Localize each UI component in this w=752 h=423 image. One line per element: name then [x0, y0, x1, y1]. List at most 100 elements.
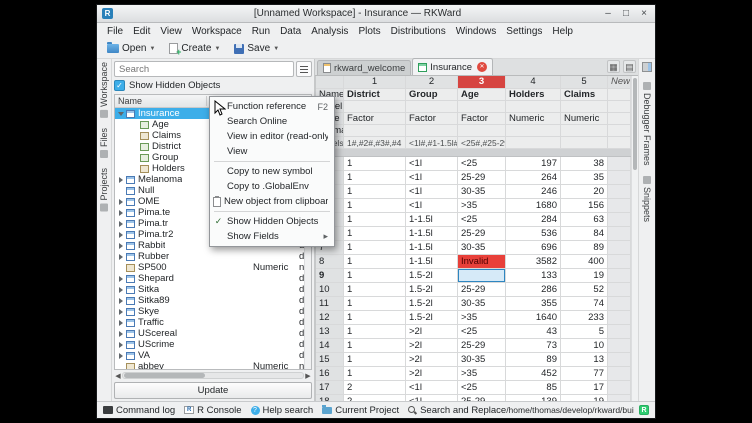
context-item-copy-to-globalenv[interactable]: Copy to .GlobalEnv	[210, 179, 334, 194]
data-cell[interactable]: 156	[561, 199, 608, 213]
tree-hscroll-track[interactable]	[122, 372, 304, 379]
expander-icon[interactable]	[117, 231, 125, 239]
data-cell[interactable]: >35	[458, 311, 506, 325]
data-cell[interactable]: 1	[344, 213, 406, 227]
data-cell[interactable]: 197	[506, 157, 561, 171]
data-cell[interactable]: 25-29	[458, 395, 506, 401]
type-cell[interactable]: Numeric	[561, 113, 608, 125]
data-cell[interactable]: 77	[561, 367, 608, 381]
expander-icon[interactable]	[117, 209, 125, 217]
name-cell[interactable]: Age	[458, 89, 506, 101]
data-cell[interactable]: 84	[561, 227, 608, 241]
name-cell[interactable]: Claims	[561, 89, 608, 101]
data-cell[interactable]: 3582	[506, 255, 561, 269]
data-cell[interactable]: 1-1.5l	[406, 227, 458, 241]
table-scrollbar-thumb[interactable]	[633, 78, 637, 170]
data-cell[interactable]: 74	[561, 297, 608, 311]
expander-icon[interactable]	[117, 242, 125, 250]
create-dropdown-icon[interactable]: ▼	[214, 46, 220, 52]
format-cell[interactable]	[458, 125, 506, 137]
tree-column-name[interactable]: Name	[115, 96, 207, 106]
save-dropdown-icon[interactable]: ▼	[273, 46, 279, 52]
dock-tab-workspace[interactable]: Workspace	[99, 62, 109, 118]
label-cell[interactable]	[506, 101, 561, 113]
data-cell[interactable]: 1	[344, 157, 406, 171]
statusbar-current-project[interactable]: Current Project	[322, 405, 399, 416]
data-cell[interactable]: 1	[344, 283, 406, 297]
data-cell[interactable]: 52	[561, 283, 608, 297]
data-cell[interactable]: 1	[344, 255, 406, 269]
data-cell[interactable]: 30-35	[458, 353, 506, 367]
data-cell[interactable]: 1	[344, 353, 406, 367]
data-cell[interactable]: 1	[344, 325, 406, 339]
tree-item-abbey[interactable]: abbeyNumericnumeric	[115, 361, 311, 369]
tab-close-button[interactable]: ✕	[477, 62, 487, 72]
data-cell[interactable]: 1	[344, 241, 406, 255]
menu-windows[interactable]: Windows	[451, 25, 502, 38]
levels-cell[interactable]	[506, 137, 561, 149]
statusbar-r-console[interactable]: R Console	[184, 405, 241, 416]
tree-item-va[interactable]: VAdata.frame	[115, 350, 311, 361]
expander-icon[interactable]	[117, 110, 125, 118]
data-cell[interactable]: 536	[506, 227, 561, 241]
menu-settings[interactable]: Settings	[501, 25, 547, 38]
data-cell[interactable]: >2l	[406, 367, 458, 381]
data-cell[interactable]: 139	[506, 395, 561, 401]
tree-item-sitka[interactable]: Sitkadata.frame	[115, 284, 311, 295]
name-cell[interactable]: Holders	[506, 89, 561, 101]
column-header-3[interactable]: 3	[458, 76, 506, 89]
table-scrollbar[interactable]	[631, 76, 638, 401]
data-cell[interactable]: <25	[458, 381, 506, 395]
data-cell[interactable]: >2l	[406, 339, 458, 353]
type-cell[interactable]: Factor	[344, 113, 406, 125]
data-cell[interactable]: 1	[344, 185, 406, 199]
data-cell[interactable]: Invalid	[458, 255, 506, 269]
tree-item-sitka89[interactable]: Sitka89data.frame	[115, 295, 311, 306]
data-cell[interactable]: 1640	[506, 311, 561, 325]
data-cell[interactable]: 35	[561, 171, 608, 185]
data-cell[interactable]: 452	[506, 367, 561, 381]
tree-item-rubber[interactable]: Rubberdata.frame	[115, 251, 311, 262]
data-cell[interactable]: 85	[506, 381, 561, 395]
data-cell[interactable]: 233	[561, 311, 608, 325]
data-cell[interactable]: 1	[344, 367, 406, 381]
data-cell[interactable]: <25	[458, 213, 506, 227]
row-number[interactable]: 9	[316, 269, 344, 283]
data-cell[interactable]: 1	[344, 311, 406, 325]
search-options-button[interactable]	[296, 61, 312, 77]
context-item-new-object-from-clipboard[interactable]: New object from clipboard	[210, 194, 334, 209]
format-cell[interactable]	[561, 125, 608, 137]
levels-cell[interactable]: <1l#,#1-1.5l#,#1.5-2l#,#>2l	[406, 137, 458, 149]
data-cell[interactable]: 1.5-2l	[406, 269, 458, 283]
expander-icon[interactable]	[117, 176, 125, 184]
row-number[interactable]: 10	[316, 283, 344, 297]
expander-icon[interactable]	[117, 297, 125, 305]
scroll-left-icon[interactable]: ◀	[114, 372, 122, 380]
menu-edit[interactable]: Edit	[128, 25, 155, 38]
tree-item-uscrime[interactable]: UScrimedata.frame	[115, 339, 311, 350]
name-cell[interactable]: District	[344, 89, 406, 101]
row-number[interactable]: 11	[316, 297, 344, 311]
data-cell[interactable]: 30-35	[458, 297, 506, 311]
data-cell[interactable]: 1.5-2l	[406, 283, 458, 297]
show-hidden-checkbox[interactable]: ✓	[114, 80, 125, 91]
data-cell[interactable]: 25-29	[458, 283, 506, 297]
label-cell[interactable]	[344, 101, 406, 113]
column-header-1[interactable]: 1	[344, 76, 406, 89]
data-cell[interactable]: 30-35	[458, 185, 506, 199]
context-item-copy-to-new-symbol[interactable]: Copy to new symbol	[210, 164, 334, 179]
data-cell[interactable]: 1.5-2l	[406, 297, 458, 311]
data-cell[interactable]: <25	[458, 325, 506, 339]
data-cell[interactable]: <1l	[406, 185, 458, 199]
row-number[interactable]: 16	[316, 367, 344, 381]
data-cell[interactable]: 5	[561, 325, 608, 339]
data-cell[interactable]: 2	[344, 381, 406, 395]
data-cell[interactable]: 1	[344, 269, 406, 283]
tree-item-traffic[interactable]: Trafficdata.frame	[115, 317, 311, 328]
split-view-icon[interactable]: ▦	[607, 60, 620, 73]
dock-tab-debugger-frames[interactable]: Debugger Frames	[642, 82, 652, 166]
tab-insurance[interactable]: Insurance✕	[412, 58, 493, 75]
scroll-right-icon[interactable]: ▶	[304, 372, 312, 380]
maximize-button[interactable]: □	[620, 8, 632, 20]
statusbar-help-search[interactable]: Help search	[251, 405, 314, 416]
